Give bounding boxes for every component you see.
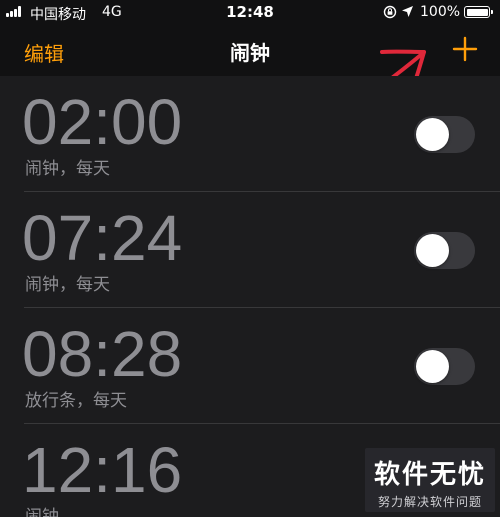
- battery-percent: 100%: [420, 4, 461, 20]
- orientation-lock-icon: [383, 5, 397, 19]
- status-bar: 中国移动 4G 12:48 100%: [0, 0, 500, 26]
- watermark-logo: 软件无忧 努力解决软件问题: [365, 448, 495, 512]
- toggle-knob: [416, 350, 449, 383]
- alarm-row[interactable]: 02:00 闹钟，每天: [0, 76, 500, 192]
- alarm-row[interactable]: 08:28 放行条，每天: [0, 308, 500, 424]
- alarm-time: 08:28: [22, 318, 183, 390]
- location-arrow-icon: [402, 6, 413, 17]
- alarm-label: 闹钟，每天: [25, 159, 110, 179]
- toggle-knob: [416, 118, 449, 151]
- alarm-time: 12:16: [22, 434, 183, 506]
- alarm-toggle[interactable]: [414, 232, 475, 269]
- alarm-time: 07:24: [22, 202, 183, 274]
- page-title: 闹钟: [230, 41, 270, 65]
- plus-icon: [452, 36, 478, 62]
- alarm-row[interactable]: 07:24 闹钟，每天: [0, 192, 500, 308]
- alarm-time: 02:00: [22, 86, 183, 158]
- toggle-knob: [416, 234, 449, 267]
- alarm-screen: 中国移动 4G 12:48 100% 编辑 闹钟 02:00 闹钟，每天 07:…: [0, 0, 500, 517]
- alarm-toggle[interactable]: [414, 116, 475, 153]
- alarm-label: 闹钟，每天: [25, 275, 110, 295]
- watermark-subtitle: 努力解决软件问题: [377, 495, 482, 509]
- nav-bar: 编辑 闹钟: [0, 26, 500, 76]
- battery-icon: [464, 6, 493, 18]
- alarm-label: 闹钟: [25, 507, 59, 517]
- alarm-label: 放行条，每天: [25, 391, 127, 411]
- watermark-title: 软件无忧: [373, 460, 486, 490]
- add-alarm-button[interactable]: [450, 34, 480, 64]
- alarm-toggle[interactable]: [414, 348, 475, 385]
